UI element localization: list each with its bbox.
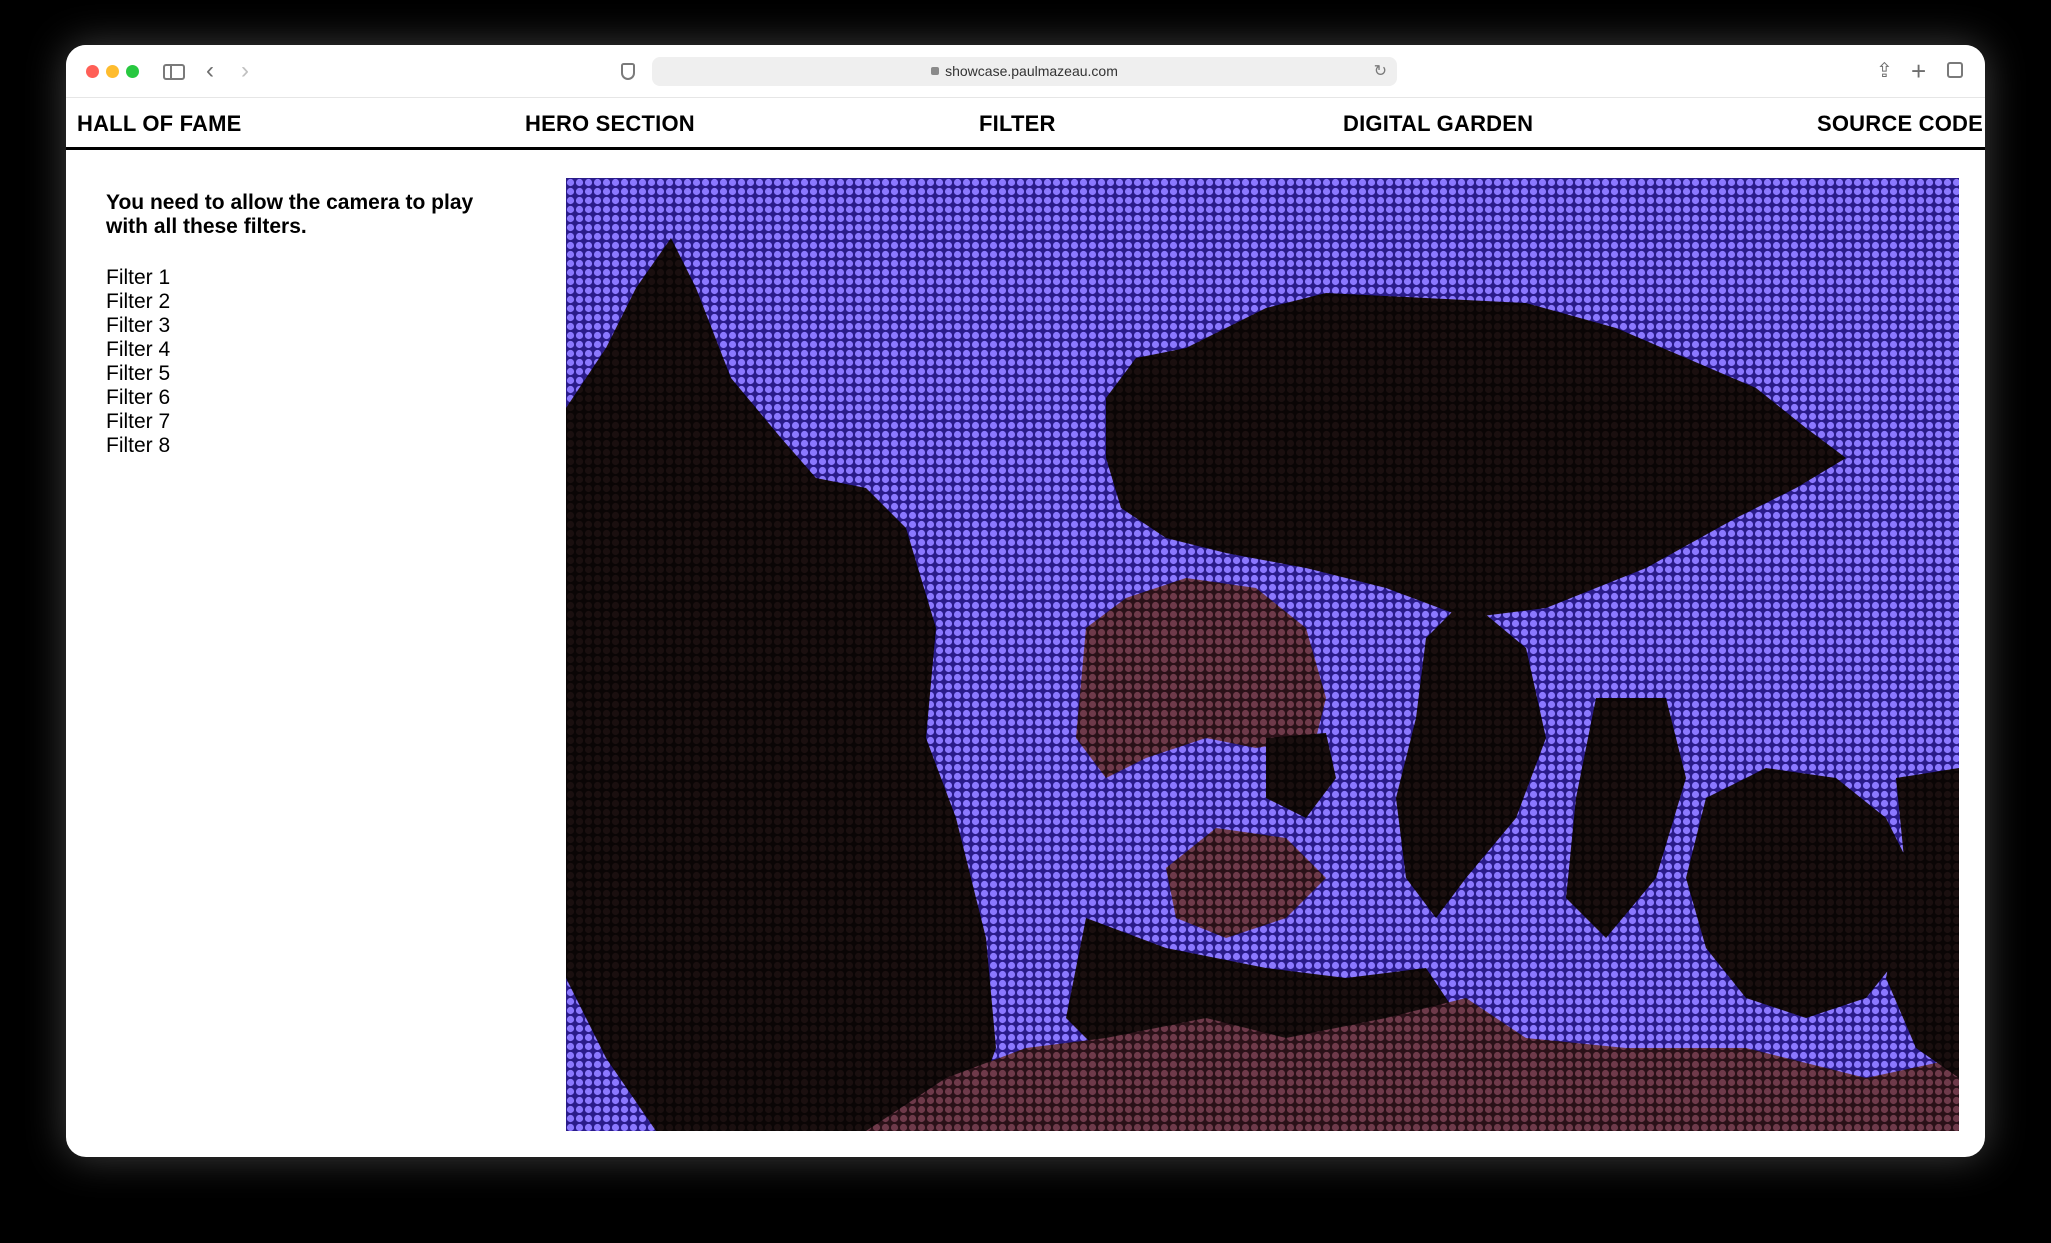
back-arrow-icon[interactable]: ‹: [206, 58, 214, 84]
address-text: showcase.paulmazeau.com: [945, 63, 1118, 79]
zoom-window-button[interactable]: [126, 65, 139, 78]
browser-toolbar: ‹ › showcase.paulmazeau.com ↻ ⇪ +: [66, 45, 1985, 98]
filter-item-2[interactable]: Filter 2: [106, 290, 170, 314]
nav-hall-of-fame[interactable]: HALL OF FAME: [77, 111, 242, 137]
filter-item-3[interactable]: Filter 3: [106, 314, 170, 338]
nav-filter[interactable]: FILTER: [979, 111, 1056, 137]
lock-icon: [931, 67, 940, 75]
minimize-window-button[interactable]: [106, 65, 119, 78]
browser-window: ‹ › showcase.paulmazeau.com ↻ ⇪ + HALL O…: [66, 45, 1985, 1157]
filter-item-1[interactable]: Filter 1: [106, 266, 170, 290]
privacy-shield-icon[interactable]: [621, 63, 635, 80]
camera-filter-canvas[interactable]: [566, 178, 1959, 1131]
filter-item-6[interactable]: Filter 6: [106, 386, 170, 410]
address-bar[interactable]: showcase.paulmazeau.com ↻: [652, 57, 1397, 86]
tab-overview-icon[interactable]: [1947, 62, 1963, 78]
nav-digital-garden[interactable]: DIGITAL GARDEN: [1343, 111, 1533, 137]
camera-permission-notice: You need to allow the camera to play wit…: [106, 191, 474, 238]
dot-filter-image: [566, 178, 1959, 1131]
sidebar-toggle-icon[interactable]: [163, 64, 185, 80]
nav-source-code[interactable]: SOURCE CODE: [1817, 111, 1983, 137]
close-window-button[interactable]: [86, 65, 99, 78]
reload-icon[interactable]: ↻: [1374, 57, 1387, 86]
nav-hero-section[interactable]: HERO SECTION: [525, 111, 695, 137]
main-content: You need to allow the camera to play wit…: [66, 150, 1985, 1157]
forward-arrow-icon[interactable]: ›: [241, 58, 249, 84]
site-nav: HALL OF FAME HERO SECTION FILTER DIGITAL…: [66, 98, 1985, 150]
filter-item-8[interactable]: Filter 8: [106, 434, 170, 458]
new-tab-icon[interactable]: +: [1911, 58, 1926, 84]
filter-item-4[interactable]: Filter 4: [106, 338, 170, 362]
filter-item-5[interactable]: Filter 5: [106, 362, 170, 386]
filter-list: Filter 1 Filter 2 Filter 3 Filter 4 Filt…: [106, 266, 170, 458]
share-icon[interactable]: ⇪: [1876, 58, 1893, 84]
filter-item-7[interactable]: Filter 7: [106, 410, 170, 434]
